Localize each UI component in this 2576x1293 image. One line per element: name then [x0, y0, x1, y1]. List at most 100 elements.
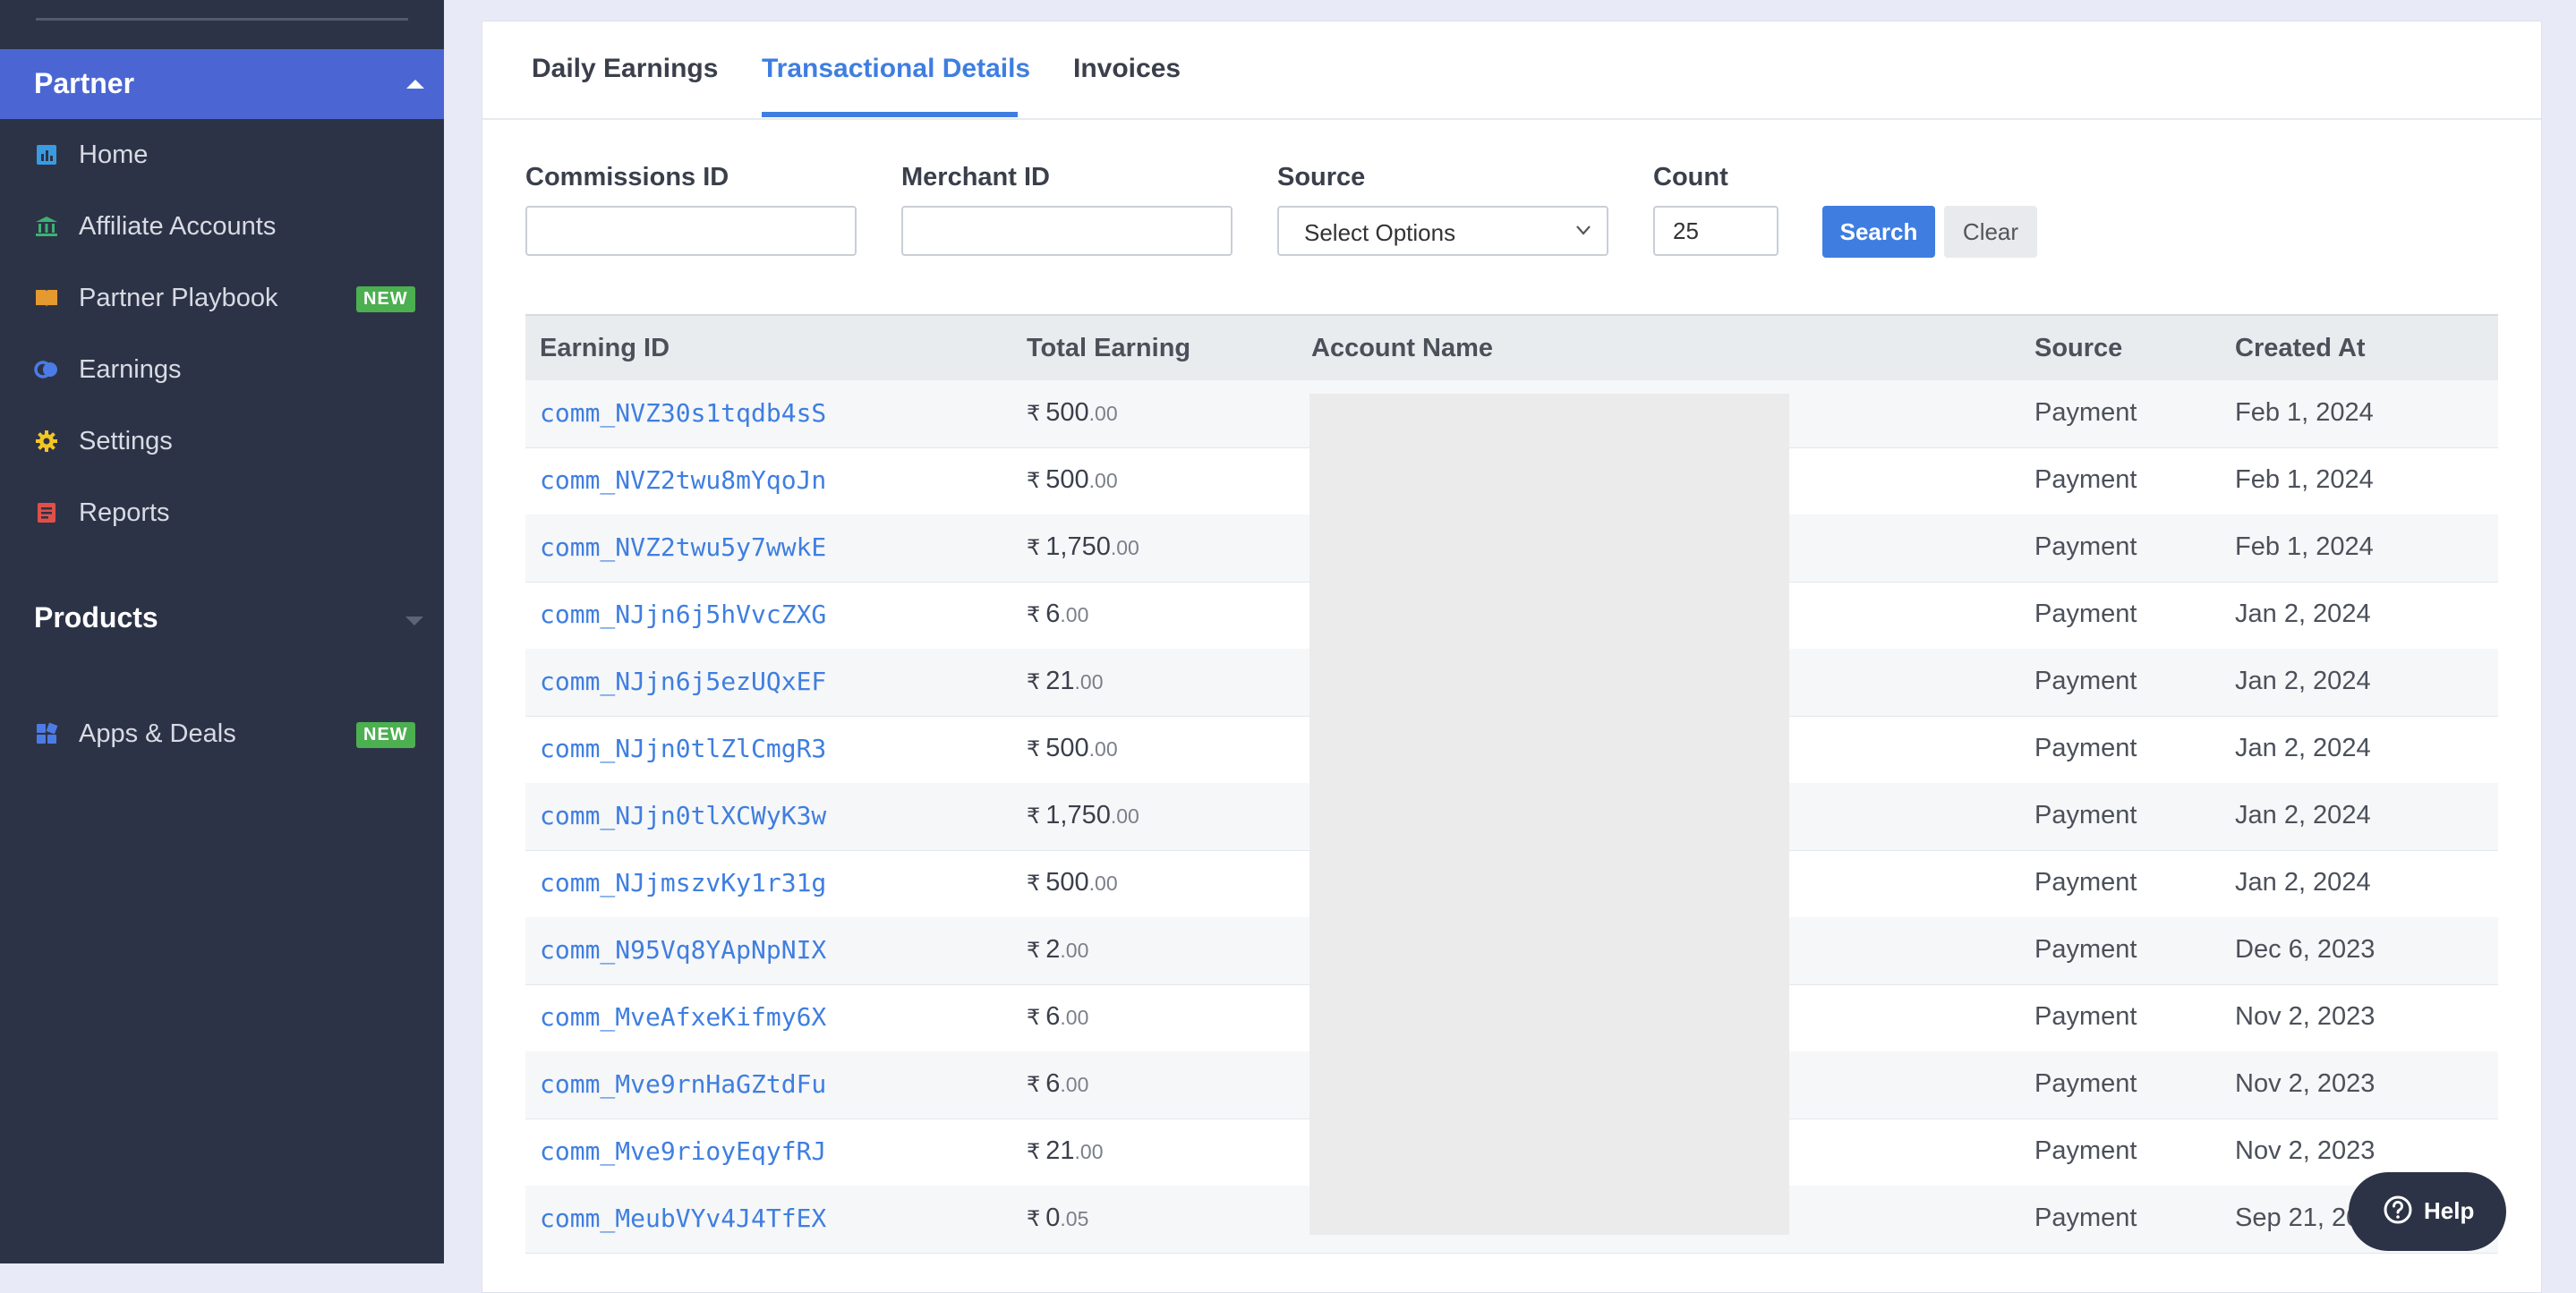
commissions-id-input[interactable]: [525, 206, 857, 256]
created-at-value: Jan 2, 2024: [2235, 667, 2371, 695]
total-earning-value: ₹0.05: [1027, 1204, 1088, 1233]
earning-id-link[interactable]: comm_NJjn6j5hVvcZXG: [540, 600, 826, 629]
created-at-value: Nov 2, 2023: [2235, 1136, 2376, 1165]
sidebar-section-partner[interactable]: Partner: [0, 49, 444, 119]
source-value: Payment: [2034, 600, 2137, 628]
amount-decimal: .00: [1110, 536, 1139, 559]
amount-integer: 1,750: [1045, 532, 1111, 561]
total-earning-value: ₹6.00: [1027, 1002, 1088, 1032]
active-tab-indicator: [762, 112, 1018, 117]
created-at-value: Jan 2, 2024: [2235, 801, 2371, 829]
sidebar-item-affiliate-accounts[interactable]: Affiliate Accounts: [0, 195, 444, 258]
amount-integer: 2: [1045, 935, 1061, 964]
gear-icon: [34, 429, 59, 454]
merchant-id-input[interactable]: [901, 206, 1233, 256]
sidebar-item-settings[interactable]: Settings: [0, 410, 444, 472]
sidebar-item-label: Home: [79, 140, 149, 169]
sidebar-section-products[interactable]: Products: [34, 601, 158, 634]
earning-id-link[interactable]: comm_NJjn0tlXCWyK3w: [540, 801, 826, 830]
earning-id-link[interactable]: comm_NJjmszvKy1r31g: [540, 868, 826, 897]
earning-id-link[interactable]: comm_NVZ2twu5y7wwkE: [540, 532, 826, 562]
sidebar-item-reports[interactable]: Reports: [0, 481, 444, 544]
sidebar-item-home[interactable]: Home: [0, 123, 444, 186]
sidebar-item-label: Settings: [79, 427, 173, 455]
sidebar-item-label: Apps & Deals: [79, 719, 236, 748]
earning-id-link[interactable]: comm_NVZ30s1tqdb4sS: [540, 398, 826, 428]
amount-decimal: .00: [1088, 402, 1118, 425]
new-badge: NEW: [356, 722, 415, 748]
caret-up-icon[interactable]: [406, 80, 424, 89]
source-value: Payment: [2034, 801, 2137, 829]
tab-invoices[interactable]: Invoices: [1073, 54, 1181, 84]
tab-transactional-details[interactable]: Transactional Details: [762, 54, 1030, 84]
source-value: Payment: [2034, 1204, 2137, 1232]
earning-id-link[interactable]: comm_MeubVYv4J4TfEX: [540, 1204, 826, 1233]
caret-down-icon[interactable]: [405, 617, 423, 625]
amount-integer: 500: [1045, 465, 1089, 494]
total-earning-value: ₹21.00: [1027, 667, 1104, 696]
rupee-symbol: ₹: [1027, 1006, 1041, 1030]
sidebar-item-earnings[interactable]: Earnings: [0, 338, 444, 401]
total-earning-value: ₹500.00: [1027, 465, 1118, 495]
source-value: Payment: [2034, 935, 2137, 964]
earning-id-link[interactable]: comm_MveAfxeKifmy6X: [540, 1002, 826, 1032]
header-created-at[interactable]: Created At: [2235, 334, 2366, 363]
amount-decimal: .00: [1110, 804, 1139, 828]
amount-decimal: .00: [1088, 872, 1118, 895]
earning-id-link[interactable]: comm_N95Vq8YApNpNIX: [540, 935, 826, 965]
count-input[interactable]: [1653, 206, 1778, 256]
amount-decimal: .00: [1060, 939, 1089, 962]
rupee-symbol: ₹: [1027, 402, 1041, 426]
source-value: Payment: [2034, 667, 2137, 695]
total-earning-value: ₹6.00: [1027, 1069, 1088, 1099]
sidebar-item-partner-playbook[interactable]: Partner Playbook NEW: [0, 267, 444, 329]
amount-decimal: .05: [1060, 1207, 1089, 1230]
tab-daily-earnings[interactable]: Daily Earnings: [532, 54, 718, 84]
help-label: Help: [2424, 1197, 2475, 1224]
earning-id-link[interactable]: comm_Mve9rioyEqyfRJ: [540, 1136, 826, 1166]
header-earning-id[interactable]: Earning ID: [540, 334, 670, 363]
created-at-value: Jan 2, 2024: [2235, 868, 2371, 897]
amount-decimal: .00: [1088, 737, 1118, 761]
source-select-value: Select Options: [1304, 219, 1456, 246]
total-earning-value: ₹21.00: [1027, 1136, 1104, 1166]
book-icon: [34, 285, 59, 310]
source-value: Payment: [2034, 532, 2137, 561]
created-at-value: Nov 2, 2023: [2235, 1002, 2376, 1031]
header-total-earning[interactable]: Total Earning: [1027, 334, 1190, 363]
total-earning-value: ₹500.00: [1027, 398, 1118, 428]
earning-id-link[interactable]: comm_NJjn0tlZlCmgR3: [540, 734, 826, 763]
created-at-value: Jan 2, 2024: [2235, 734, 2371, 762]
header-source[interactable]: Source: [2034, 334, 2122, 363]
created-at-value: Feb 1, 2024: [2235, 532, 2374, 561]
total-earning-value: ₹1,750.00: [1027, 532, 1139, 562]
coins-icon: [34, 357, 59, 382]
source-value: Payment: [2034, 1002, 2137, 1031]
sidebar-item-apps-deals[interactable]: Apps & Deals NEW: [0, 702, 444, 765]
clear-button[interactable]: Clear: [1944, 206, 2037, 258]
earning-id-link[interactable]: comm_NVZ2twu8mYqoJn: [540, 465, 826, 495]
rupee-symbol: ₹: [1027, 804, 1041, 829]
search-button[interactable]: Search: [1822, 206, 1935, 258]
source-select[interactable]: Select Options: [1277, 206, 1608, 256]
earning-id-link[interactable]: comm_Mve9rnHaGZtdFu: [540, 1069, 826, 1099]
help-button[interactable]: Help: [2349, 1172, 2506, 1251]
source-value: Payment: [2034, 734, 2137, 762]
header-account-name[interactable]: Account Name: [1311, 334, 1493, 363]
question-circle-icon: [2384, 1195, 2412, 1224]
account-name-redaction: [1309, 394, 1789, 1235]
source-value: Payment: [2034, 398, 2137, 427]
rupee-symbol: ₹: [1027, 872, 1041, 896]
rupee-symbol: ₹: [1027, 1073, 1041, 1097]
earning-id-link[interactable]: comm_NJjn6j5ezUQxEF: [540, 667, 826, 696]
source-value: Payment: [2034, 1136, 2137, 1165]
amount-integer: 500: [1045, 734, 1089, 762]
partner-section-title: Partner: [34, 67, 135, 99]
rupee-symbol: ₹: [1027, 939, 1041, 963]
rupee-symbol: ₹: [1027, 536, 1041, 560]
apps-icon: [34, 721, 59, 746]
table-header: Earning ID Total Earning Account Name So…: [525, 314, 2498, 382]
total-earning-value: ₹500.00: [1027, 868, 1118, 897]
total-earning-value: ₹2.00: [1027, 935, 1088, 965]
sidebar-item-label: Partner Playbook: [79, 284, 278, 312]
